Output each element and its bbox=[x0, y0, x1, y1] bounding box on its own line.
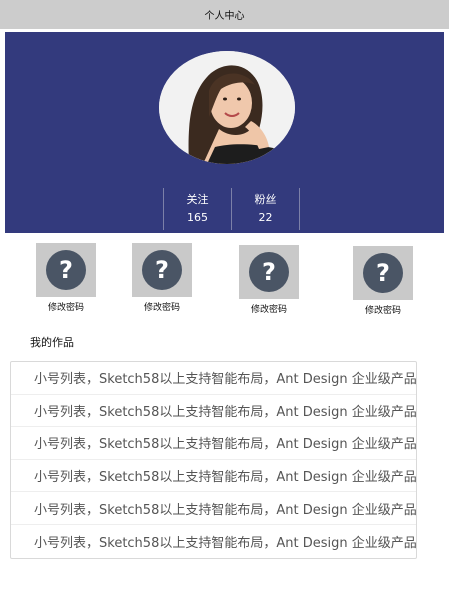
tile-change-password-1[interactable]: ? 修改密码 bbox=[36, 243, 96, 313]
top-bar: 个人中心 bbox=[0, 0, 449, 29]
svg-text:?: ? bbox=[376, 259, 390, 287]
works-title: 我的作品 bbox=[30, 336, 74, 349]
list-item[interactable]: 小号列表，Sketch58以上支持智能布局，Ant Design 企业级产品设计 bbox=[11, 460, 416, 493]
works-list: 小号列表，Sketch58以上支持智能布局，Ant Design 企业级产品设计… bbox=[10, 361, 417, 559]
page-title: 个人中心 bbox=[204, 11, 245, 22]
stat-label: 关注 bbox=[186, 193, 209, 206]
stat-label: 粉丝 bbox=[254, 193, 277, 206]
help-circle-icon: ? bbox=[46, 250, 86, 290]
list-item-text: 小号列表，Sketch58以上支持智能布局，Ant Design 企业级产品设计 bbox=[34, 437, 417, 453]
list-item[interactable]: 小号列表，Sketch58以上支持智能布局，Ant Design 企业级产品设计 bbox=[11, 395, 416, 428]
action-tiles: ? 修改密码 ? 修改密码 ? 修改密码 ? 修改密码 bbox=[0, 241, 449, 321]
tile-icon-box: ? bbox=[353, 246, 413, 300]
help-circle-icon: ? bbox=[249, 252, 289, 292]
profile-header: 关注 165 粉丝 22 bbox=[5, 32, 444, 233]
avatar[interactable] bbox=[159, 51, 295, 164]
tile-label: 修改密码 bbox=[250, 305, 287, 315]
list-item[interactable]: 小号列表，Sketch58以上支持智能布局，Ant Design 企业级产品设计 bbox=[11, 525, 416, 558]
tile-label: 修改密码 bbox=[143, 303, 180, 313]
help-circle-icon: ? bbox=[363, 253, 403, 293]
list-item-text: 小号列表，Sketch58以上支持智能布局，Ant Design 企业级产品设计 bbox=[34, 372, 417, 388]
tile-change-password-2[interactable]: ? 修改密码 bbox=[132, 243, 192, 313]
list-item-text: 小号列表，Sketch58以上支持智能布局，Ant Design 企业级产品设计 bbox=[34, 404, 417, 420]
tile-change-password-4[interactable]: ? 修改密码 bbox=[353, 246, 413, 316]
svg-text:?: ? bbox=[262, 258, 276, 286]
list-item-text: 小号列表，Sketch58以上支持智能布局，Ant Design 企业级产品设计 bbox=[34, 470, 417, 486]
svg-text:?: ? bbox=[59, 256, 73, 284]
tile-icon-box: ? bbox=[36, 243, 96, 297]
list-item[interactable]: 小号列表，Sketch58以上支持智能布局，Ant Design 企业级产品设计 bbox=[11, 427, 416, 460]
stat-followers[interactable]: 粉丝 22 bbox=[231, 188, 299, 230]
stat-value: 165 bbox=[187, 211, 208, 224]
list-item-text: 小号列表，Sketch58以上支持智能布局，Ant Design 企业级产品设计 bbox=[34, 535, 417, 551]
list-item[interactable]: 小号列表，Sketch58以上支持智能布局，Ant Design 企业级产品设计 bbox=[11, 492, 416, 525]
svg-text:?: ? bbox=[155, 256, 169, 284]
tile-icon-box: ? bbox=[132, 243, 192, 297]
avatar-photo bbox=[159, 51, 295, 164]
tile-label: 修改密码 bbox=[47, 303, 84, 313]
list-item[interactable]: 小号列表，Sketch58以上支持智能布局，Ant Design 企业级产品设计 bbox=[11, 362, 416, 395]
stat-following[interactable]: 关注 165 bbox=[164, 188, 231, 230]
tile-change-password-3[interactable]: ? 修改密码 bbox=[239, 245, 299, 315]
tile-icon-box: ? bbox=[239, 245, 299, 299]
help-circle-icon: ? bbox=[142, 250, 182, 290]
profile-stats: 关注 165 粉丝 22 bbox=[163, 188, 300, 230]
tile-label: 修改密码 bbox=[364, 306, 401, 316]
list-item-text: 小号列表，Sketch58以上支持智能布局，Ant Design 企业级产品设计 bbox=[34, 502, 417, 518]
stat-value: 22 bbox=[258, 211, 273, 224]
